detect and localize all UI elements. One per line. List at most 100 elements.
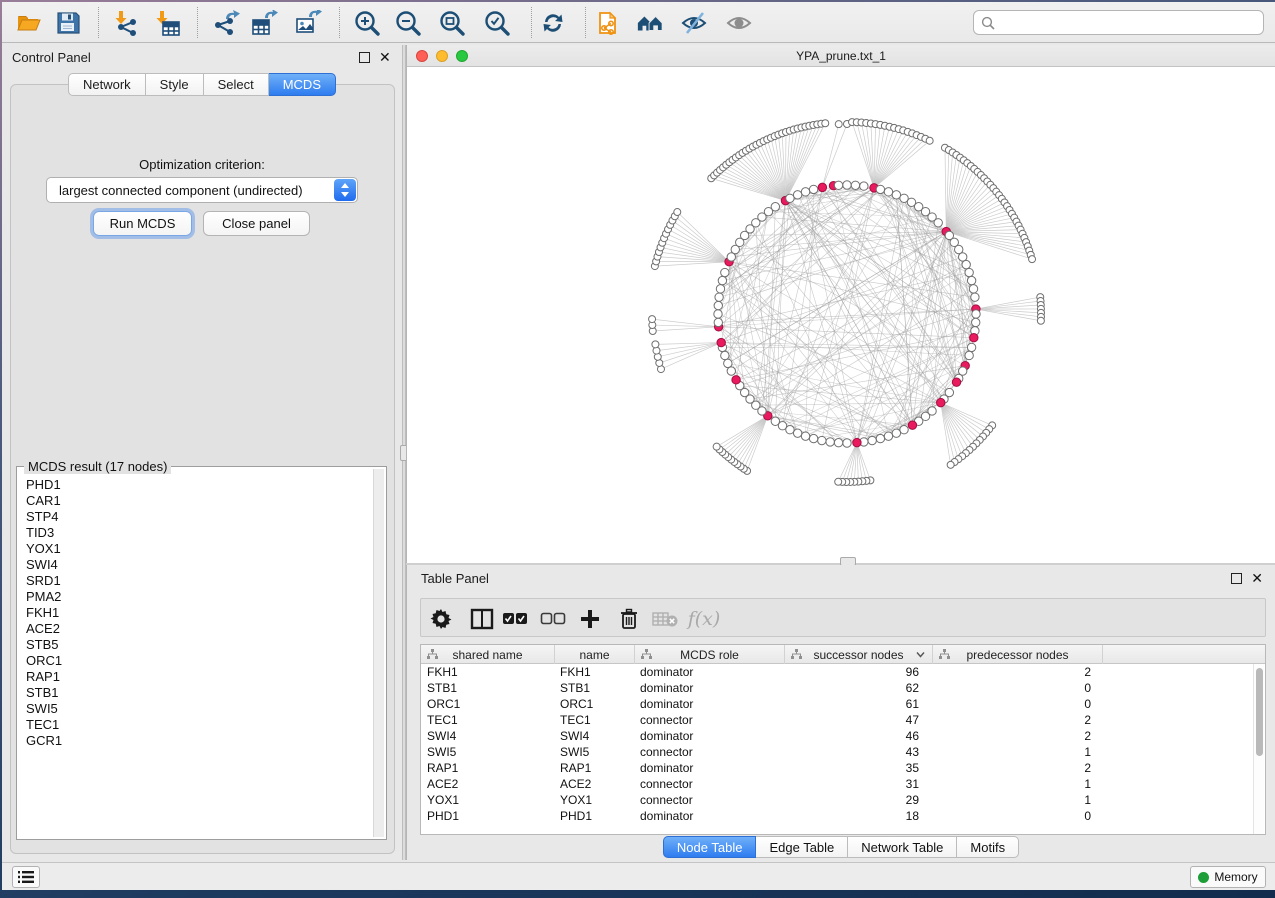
network-node[interactable] [876,434,884,442]
network-node[interactable] [771,203,779,211]
network-node[interactable] [801,432,809,440]
table-scrollbar[interactable] [1253,664,1264,834]
network-node[interactable] [962,260,970,268]
select-all-icon[interactable] [502,606,528,632]
network-node[interactable] [843,439,851,447]
float-panel-icon[interactable] [1231,573,1242,584]
tab-edge-table[interactable]: Edge Table [756,836,848,858]
network-node[interactable] [958,253,966,261]
mcds-result-item[interactable]: TID3 [19,525,371,541]
mcds-result-item[interactable]: STP4 [19,509,371,525]
network-node[interactable] [884,188,892,196]
table-row[interactable]: STB1STB1dominator620 [421,680,1254,696]
unselect-all-icon[interactable] [540,606,566,632]
network-node[interactable] [771,417,779,425]
mcds-node[interactable] [818,183,826,191]
network-node[interactable] [965,268,973,276]
network-node[interactable] [868,436,876,444]
mcds-node[interactable] [970,334,978,342]
network-node[interactable] [835,121,842,128]
network-node[interactable] [926,137,933,144]
network-node[interactable] [826,438,834,446]
mcds-result-item[interactable]: PMA2 [19,589,371,605]
search-input[interactable] [1000,12,1260,33]
table-row[interactable]: ORC1ORC1dominator610 [421,696,1254,712]
network-node[interactable] [718,276,726,284]
run-mcds-button[interactable]: Run MCDS [93,211,192,236]
network-node[interactable] [721,268,729,276]
network-node[interactable] [714,310,722,318]
tab-network-table[interactable]: Network Table [848,836,957,858]
scrollbar-thumb[interactable] [1256,668,1263,756]
mcds-result-item[interactable]: TEC1 [19,717,371,733]
mcds-node[interactable] [717,338,725,346]
export-network-icon[interactable] [212,9,240,37]
network-node[interactable] [969,285,977,293]
new-network-from-selection-icon[interactable] [595,9,623,37]
mcds-node[interactable] [853,438,861,446]
network-node[interactable] [721,351,729,359]
column-header-c3[interactable]: successor nodes [785,645,933,664]
search-box[interactable] [973,10,1264,35]
optimization-criterion-select[interactable]: largest connected component (undirected) [46,177,358,203]
network-node[interactable] [947,461,954,468]
zoom-selected-icon[interactable] [483,9,511,37]
delete-column-icon[interactable] [616,606,642,632]
mcds-result-item[interactable]: RAP1 [19,669,371,685]
tab-network[interactable]: Network [68,73,146,96]
tab-style[interactable]: Style [146,73,204,96]
result-scrollbar[interactable] [373,469,384,837]
mcds-result-item[interactable]: GCR1 [19,733,371,749]
network-node[interactable] [972,310,980,318]
open-file-icon[interactable] [15,9,43,37]
network-node[interactable] [834,439,842,447]
network-node[interactable] [892,191,900,199]
network-node[interactable] [972,318,980,326]
tab-select[interactable]: Select [204,73,269,96]
network-node[interactable] [818,436,826,444]
column-header-c4[interactable]: predecessor nodes [933,645,1103,664]
mcds-result-item[interactable]: STB5 [19,637,371,653]
network-node[interactable] [884,432,892,440]
table-row[interactable]: TEC1TEC1connector472 [421,712,1254,728]
zoom-in-icon[interactable] [353,9,381,37]
network-node[interactable] [971,293,979,301]
show-column-panel-icon[interactable] [469,606,495,632]
tab-node-table[interactable]: Node Table [663,836,757,858]
table-row[interactable]: SWI5SWI5connector431 [421,744,1254,760]
network-node[interactable] [674,209,681,216]
network-node[interactable] [793,191,801,199]
first-neighbors-icon[interactable] [636,9,664,37]
mcds-result-item[interactable]: STB1 [19,685,371,701]
export-image-icon[interactable] [294,9,322,37]
mcds-node[interactable] [732,376,740,384]
mcds-node[interactable] [952,378,960,386]
create-column-icon[interactable] [577,606,603,632]
network-node[interactable] [714,318,722,326]
close-panel-icon[interactable]: ✕ [1251,571,1263,585]
table-row[interactable]: FKH1FKH1dominator962 [421,664,1254,680]
show-all-icon[interactable] [725,9,753,37]
table-settings-icon[interactable] [428,606,454,632]
column-header-c2[interactable]: MCDS role [635,645,785,664]
network-node[interactable] [967,343,975,351]
network-node[interactable] [713,443,720,450]
network-node[interactable] [822,120,829,127]
network-node[interactable] [727,367,735,375]
mcds-result-item[interactable]: FKH1 [19,605,371,621]
import-table-icon[interactable] [154,9,182,37]
zoom-out-icon[interactable] [394,9,422,37]
mcds-result-item[interactable]: SWI4 [19,557,371,573]
network-node[interactable] [860,182,868,190]
network-node[interactable] [835,478,842,485]
zoom-fit-icon[interactable] [438,9,466,37]
network-graph-canvas[interactable] [407,67,1275,557]
column-header-c1[interactable]: name [555,645,635,664]
mcds-result-item[interactable]: CAR1 [19,493,371,509]
mcds-result-item[interactable]: PHD1 [19,477,371,493]
table-row[interactable]: YOX1YOX1connector291 [421,792,1254,808]
tab-motifs[interactable]: Motifs [957,836,1019,858]
memory-button[interactable]: Memory [1190,866,1266,888]
network-node[interactable] [1037,317,1044,324]
network-node[interactable] [809,185,817,193]
